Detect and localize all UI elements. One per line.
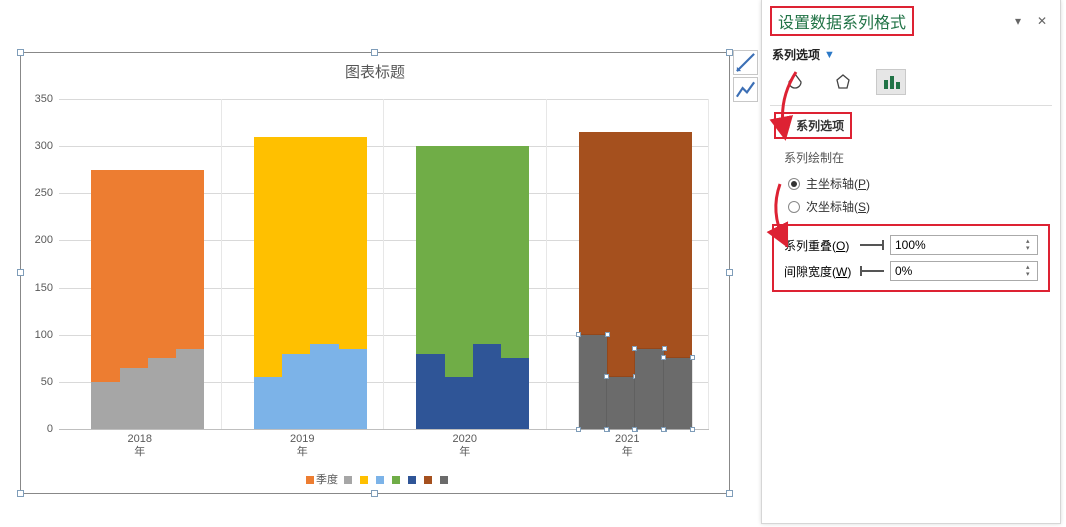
series-quarter-bar[interactable] <box>254 377 282 429</box>
series-quarter-bar[interactable] <box>339 349 367 429</box>
annotation-arrow <box>770 182 792 249</box>
series-quarter-bar[interactable] <box>176 349 204 429</box>
series-quarter-bar[interactable] <box>445 377 473 429</box>
series-quarter-bar[interactable] <box>473 344 501 429</box>
legend-swatch <box>440 476 448 484</box>
format-category-tabs <box>762 67 1060 103</box>
legend-swatch <box>392 476 400 484</box>
y-tick: 350 <box>35 93 59 105</box>
x-tick: 2018年 <box>59 429 221 459</box>
selection-handle[interactable] <box>17 490 24 497</box>
selection-handle[interactable] <box>690 355 695 360</box>
chart-tool-button[interactable] <box>733 77 758 102</box>
y-tick: 150 <box>35 282 59 294</box>
category-group: 2018年 <box>59 99 222 429</box>
plot-area[interactable]: 0501001502002503003502018年2019年2020年2021… <box>59 99 709 429</box>
category-group: 2020年 <box>384 99 547 429</box>
selection-handle[interactable] <box>17 269 24 276</box>
chart-title[interactable]: 图表标题 <box>21 53 729 82</box>
chart-tool-button[interactable] <box>733 50 758 75</box>
spinner-icon[interactable]: ▴▾ <box>1026 263 1035 279</box>
y-tick: 100 <box>35 329 59 341</box>
series-quarter-bar[interactable] <box>664 358 692 429</box>
selection-handle[interactable] <box>662 346 667 351</box>
pane-title: 设置数据系列格式 <box>770 6 914 36</box>
legend-swatch <box>424 476 432 484</box>
y-tick: 50 <box>41 376 59 388</box>
field-label: 间隙宽度(W) <box>784 263 854 280</box>
series-quarter-bar[interactable] <box>416 354 444 429</box>
series-quarter-bar[interactable] <box>310 344 338 429</box>
series-quarter-bar[interactable] <box>282 354 310 429</box>
legend-swatch <box>360 476 368 484</box>
pane-options-icon[interactable]: ▾ <box>1008 14 1028 28</box>
chevron-down-icon: ▼ <box>824 49 835 61</box>
series-options-dropdown[interactable]: 系列选项 ▼ <box>762 42 1060 67</box>
x-tick: 2019年 <box>222 429 384 459</box>
selection-handle[interactable] <box>726 49 733 56</box>
selection-handle[interactable] <box>605 332 610 337</box>
series-spacing-group: 系列重叠(O) 100% ▴▾ 间隙宽度(W) 0% ▴▾ <box>772 224 1050 292</box>
annotation-arrow <box>776 70 804 145</box>
series-quarter-bar[interactable] <box>579 335 607 429</box>
series-options-label: 系列选项 <box>772 46 820 63</box>
series-quarter-bar[interactable] <box>91 382 119 429</box>
legend-swatch <box>344 476 352 484</box>
legend-label: 季度 <box>316 474 338 486</box>
category-group: 2021年 <box>547 99 710 429</box>
format-series-pane: 设置数据系列格式 ▾ ✕ 系列选项 ▼ ⌄ 系列选项 系列绘制在 主坐标轴(P)… <box>761 0 1061 524</box>
pane-header: 设置数据系列格式 ▾ ✕ <box>762 0 1060 42</box>
legend-swatch <box>408 476 416 484</box>
x-tick: 2021年 <box>547 429 709 459</box>
selection-handle[interactable] <box>632 346 637 351</box>
selection-handle[interactable] <box>576 332 581 337</box>
selection-handle[interactable] <box>726 490 733 497</box>
selection-handle[interactable] <box>726 269 733 276</box>
series-quarter-bar[interactable] <box>635 349 663 429</box>
effects-tab[interactable] <box>828 69 858 95</box>
series-overlap-field: 系列重叠(O) 100% ▴▾ <box>782 232 1040 258</box>
field-value: 0% <box>895 264 912 278</box>
selection-handle[interactable] <box>604 374 609 379</box>
series-quarter-bar[interactable] <box>501 358 529 429</box>
selection-handle[interactable] <box>371 490 378 497</box>
series-quarter-bar[interactable] <box>607 377 635 429</box>
field-label: 系列重叠(O) <box>784 237 854 254</box>
close-icon[interactable]: ✕ <box>1032 14 1052 28</box>
gap-slider-icon[interactable] <box>860 264 884 278</box>
primary-axis-radio[interactable]: 主坐标轴(P) <box>762 172 1060 195</box>
gap-width-field: 间隙宽度(W) 0% ▴▾ <box>782 258 1040 284</box>
gap-input[interactable]: 0% ▴▾ <box>890 261 1038 281</box>
chart-side-toolbar <box>733 50 758 104</box>
selection-handle[interactable] <box>17 49 24 56</box>
radio-label: 主坐标轴(P) <box>806 175 870 192</box>
overlap-input[interactable]: 100% ▴▾ <box>890 235 1038 255</box>
overlap-slider-icon[interactable] <box>860 238 884 252</box>
series-options-tab[interactable] <box>876 69 906 95</box>
chart-container[interactable]: 图表标题 0501001502002503003502018年2019年2020… <box>20 52 730 494</box>
y-tick: 300 <box>35 140 59 152</box>
field-value: 100% <box>895 238 926 252</box>
secondary-axis-radio[interactable]: 次坐标轴(S) <box>762 195 1060 218</box>
radio-label: 次坐标轴(S) <box>806 198 870 215</box>
selection-handle[interactable] <box>661 355 666 360</box>
plotted-on-label: 系列绘制在 <box>762 143 1060 172</box>
y-tick: 200 <box>35 234 59 246</box>
category-group: 2019年 <box>222 99 385 429</box>
y-tick: 0 <box>47 423 59 435</box>
x-tick: 2020年 <box>384 429 546 459</box>
y-tick: 250 <box>35 187 59 199</box>
series-quarter-bar[interactable] <box>148 358 176 429</box>
spinner-icon[interactable]: ▴▾ <box>1026 237 1035 253</box>
series-quarter-bar[interactable] <box>120 368 148 429</box>
selection-handle[interactable] <box>371 49 378 56</box>
legend-swatch <box>376 476 384 484</box>
legend[interactable]: 季度 <box>21 471 729 487</box>
